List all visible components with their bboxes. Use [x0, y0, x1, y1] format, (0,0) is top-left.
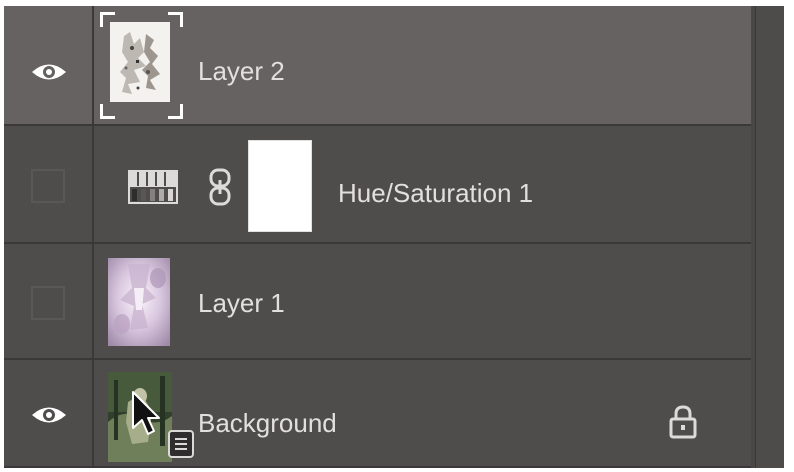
eye-icon[interactable]: [30, 61, 68, 83]
layer-name[interactable]: Hue/Saturation 1: [338, 178, 533, 209]
selection-corner: [100, 12, 115, 27]
torn-paper-texture: [110, 22, 170, 102]
layer-thumbnail-layer-2[interactable]: [110, 22, 170, 102]
hue-saturation-icon[interactable]: [128, 170, 178, 204]
visibility-cell: [4, 6, 94, 124]
visibility-cell: [4, 360, 94, 466]
layers-panel: Layer 2 Hue/Saturation 1 Layer 1 Backgro…: [4, 6, 784, 468]
document-badge-icon: [168, 430, 194, 458]
layer-thumbnail-layer-1[interactable]: [108, 258, 170, 346]
mouse-cursor-icon: [132, 391, 160, 435]
selection-corner: [100, 104, 115, 119]
layer-row-layer-1[interactable]: Layer 1: [4, 244, 751, 360]
layer-mask-thumbnail[interactable]: [248, 140, 312, 232]
layer-row-background[interactable]: Background: [4, 360, 751, 468]
pastel-abstract-texture: [108, 258, 170, 346]
lock-icon[interactable]: [668, 404, 698, 440]
layer-name[interactable]: Layer 2: [198, 56, 285, 87]
layer-name[interactable]: Layer 1: [198, 288, 285, 319]
layer-name[interactable]: Background: [198, 408, 337, 439]
layer-row-hue-saturation-1[interactable]: Hue/Saturation 1: [4, 126, 751, 244]
panel-scrollbar[interactable]: [755, 6, 784, 468]
selection-corner: [168, 104, 183, 119]
visibility-cell: [4, 126, 94, 242]
visibility-toggle[interactable]: [31, 286, 65, 320]
selection-corner: [168, 12, 183, 27]
visibility-toggle[interactable]: [31, 169, 65, 203]
chain-link-icon[interactable]: [207, 168, 233, 206]
visibility-cell: [4, 244, 94, 358]
eye-icon[interactable]: [30, 404, 68, 426]
layer-row-layer-2[interactable]: Layer 2: [4, 6, 751, 126]
